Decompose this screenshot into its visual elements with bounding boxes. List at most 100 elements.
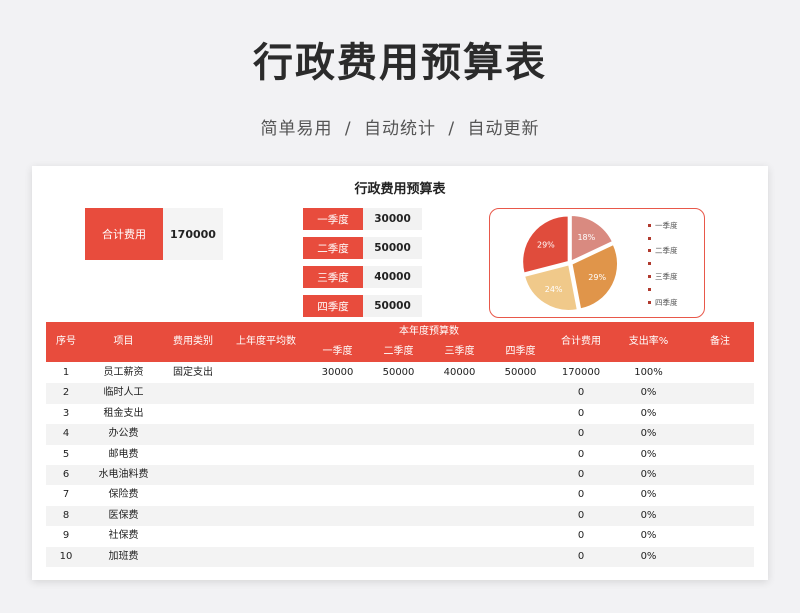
quarter-value[interactable]: 40000	[363, 266, 422, 288]
cell-q3[interactable]	[429, 383, 490, 403]
cell-q3[interactable]: 40000	[429, 363, 490, 383]
cell-index[interactable]: 7	[46, 485, 86, 505]
cell-note[interactable]	[686, 485, 754, 505]
cell-item[interactable]: 办公费	[86, 424, 161, 444]
quarter-value[interactable]: 50000	[363, 237, 422, 259]
cell-q4[interactable]	[490, 383, 551, 403]
cell-q2[interactable]	[368, 506, 429, 526]
cell-index[interactable]: 10	[46, 547, 86, 567]
cell-category[interactable]: 固定支出	[161, 363, 225, 383]
cell-item[interactable]: 租金支出	[86, 404, 161, 424]
cell-q3[interactable]	[429, 445, 490, 465]
cell-category[interactable]	[161, 465, 225, 485]
pie-chart-box[interactable]: 18% 29% 24% 29% 一季度 二季度 三季度 四季度	[489, 208, 705, 318]
cell-q2[interactable]	[368, 547, 429, 567]
cell-category[interactable]	[161, 485, 225, 505]
cell-total[interactable]: 0	[551, 526, 611, 546]
cell-last-year[interactable]	[225, 424, 307, 444]
cell-q1[interactable]	[307, 445, 368, 465]
cell-item[interactable]: 加班费	[86, 547, 161, 567]
cell-note[interactable]	[686, 383, 754, 403]
cell-last-year[interactable]	[225, 506, 307, 526]
cell-note[interactable]	[686, 363, 754, 383]
cell-total[interactable]: 0	[551, 485, 611, 505]
cell-q3[interactable]	[429, 404, 490, 424]
cell-q2[interactable]	[368, 383, 429, 403]
cell-note[interactable]	[686, 445, 754, 465]
cell-q3[interactable]	[429, 526, 490, 546]
cell-q4[interactable]	[490, 485, 551, 505]
cell-rate[interactable]: 0%	[611, 445, 686, 465]
cell-q4[interactable]	[490, 424, 551, 444]
cell-q4[interactable]	[490, 526, 551, 546]
cell-q3[interactable]	[429, 485, 490, 505]
quarter-value[interactable]: 50000	[363, 295, 422, 317]
cell-q2[interactable]	[368, 485, 429, 505]
cell-q3[interactable]	[429, 547, 490, 567]
cell-total[interactable]: 0	[551, 465, 611, 485]
cell-note[interactable]	[686, 465, 754, 485]
cell-total[interactable]: 0	[551, 383, 611, 403]
cell-index[interactable]: 1	[46, 363, 86, 383]
cell-q3[interactable]	[429, 465, 490, 485]
cell-note[interactable]	[686, 506, 754, 526]
cell-q1[interactable]	[307, 547, 368, 567]
cell-index[interactable]: 4	[46, 424, 86, 444]
quarter-value[interactable]: 30000	[363, 208, 422, 230]
cell-index[interactable]: 8	[46, 506, 86, 526]
cell-last-year[interactable]	[225, 383, 307, 403]
cell-last-year[interactable]	[225, 404, 307, 424]
cell-index[interactable]: 9	[46, 526, 86, 546]
total-cost-value[interactable]: 170000	[163, 208, 223, 260]
cell-category[interactable]	[161, 526, 225, 546]
cell-rate[interactable]: 0%	[611, 465, 686, 485]
cell-total[interactable]: 0	[551, 547, 611, 567]
cell-rate[interactable]: 100%	[611, 363, 686, 383]
cell-q2[interactable]	[368, 445, 429, 465]
cell-rate[interactable]: 0%	[611, 485, 686, 505]
cell-category[interactable]	[161, 383, 225, 403]
cell-total[interactable]: 0	[551, 506, 611, 526]
cell-q2[interactable]: 50000	[368, 363, 429, 383]
cell-q1[interactable]	[307, 526, 368, 546]
cell-q3[interactable]	[429, 506, 490, 526]
cell-item[interactable]: 临时人工	[86, 383, 161, 403]
cell-category[interactable]	[161, 506, 225, 526]
cell-q1[interactable]	[307, 383, 368, 403]
cell-q4[interactable]	[490, 506, 551, 526]
cell-q1[interactable]	[307, 506, 368, 526]
cell-rate[interactable]: 0%	[611, 506, 686, 526]
cell-item[interactable]: 水电油料费	[86, 465, 161, 485]
cell-q1[interactable]	[307, 485, 368, 505]
cell-last-year[interactable]	[225, 547, 307, 567]
cell-item[interactable]: 医保费	[86, 506, 161, 526]
cell-q2[interactable]	[368, 424, 429, 444]
cell-total[interactable]: 0	[551, 445, 611, 465]
cell-index[interactable]: 6	[46, 465, 86, 485]
cell-last-year[interactable]	[225, 485, 307, 505]
cell-index[interactable]: 5	[46, 445, 86, 465]
cell-rate[interactable]: 0%	[611, 547, 686, 567]
cell-index[interactable]: 3	[46, 404, 86, 424]
cell-category[interactable]	[161, 445, 225, 465]
cell-category[interactable]	[161, 424, 225, 444]
cell-q1[interactable]	[307, 424, 368, 444]
cell-q1[interactable]: 30000	[307, 363, 368, 383]
cell-note[interactable]	[686, 404, 754, 424]
cell-q1[interactable]	[307, 404, 368, 424]
cell-total[interactable]: 170000	[551, 363, 611, 383]
cell-item[interactable]: 保险费	[86, 485, 161, 505]
cell-q1[interactable]	[307, 465, 368, 485]
cell-last-year[interactable]	[225, 526, 307, 546]
cell-q4[interactable]	[490, 547, 551, 567]
cell-rate[interactable]: 0%	[611, 424, 686, 444]
cell-rate[interactable]: 0%	[611, 404, 686, 424]
cell-last-year[interactable]	[225, 363, 307, 383]
cell-note[interactable]	[686, 547, 754, 567]
cell-note[interactable]	[686, 526, 754, 546]
cell-last-year[interactable]	[225, 445, 307, 465]
cell-rate[interactable]: 0%	[611, 383, 686, 403]
cell-q4[interactable]	[490, 404, 551, 424]
cell-q2[interactable]	[368, 526, 429, 546]
cell-last-year[interactable]	[225, 465, 307, 485]
